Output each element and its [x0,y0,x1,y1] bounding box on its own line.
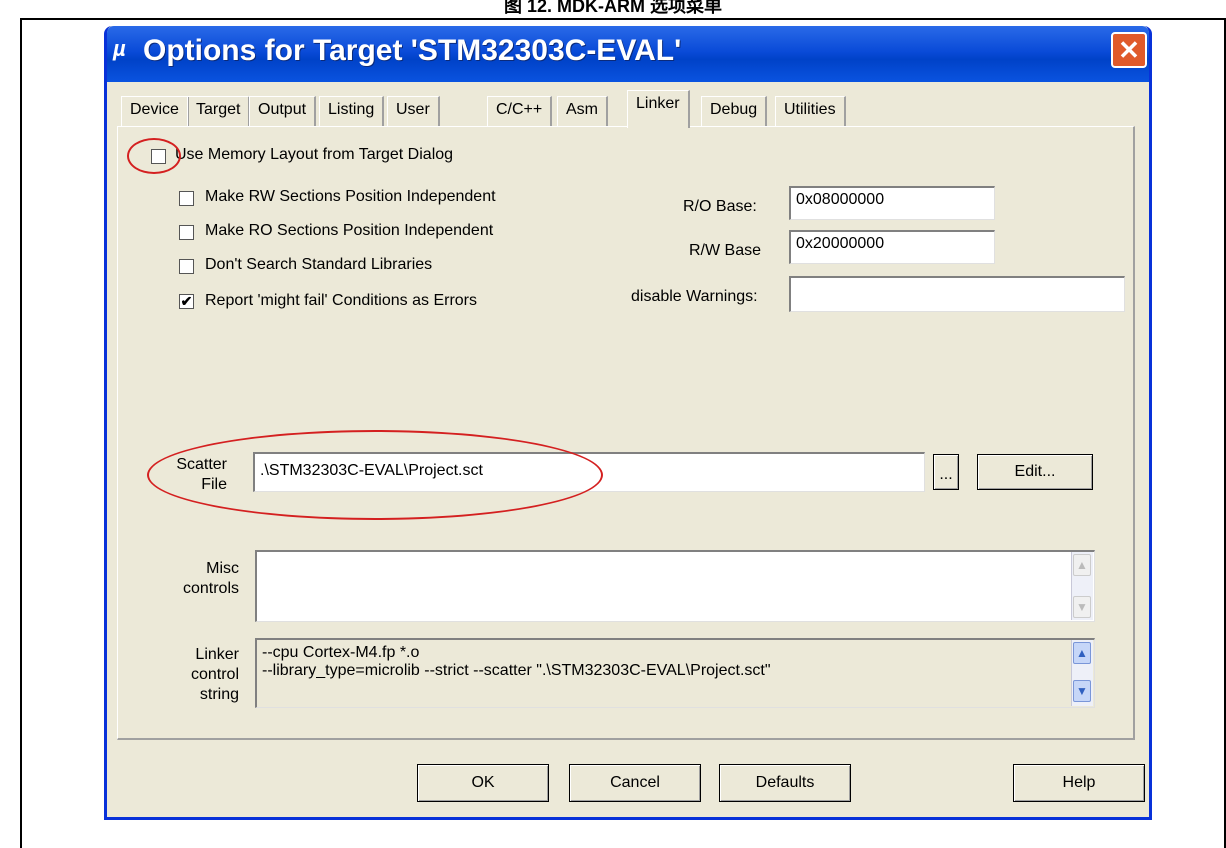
tab-linker[interactable]: Linker [627,90,690,128]
scroll-down-icon[interactable]: ▼ [1073,680,1091,702]
rw-base-input[interactable]: 0x20000000 [789,230,995,264]
figure-caption: 图 12. MDK-ARM 选项菜单 [503,0,722,16]
rw-base-label: R/W Base [689,242,762,259]
tab-debug[interactable]: Debug [701,96,768,126]
window-title: Options for Target 'STM32303C-EVAL' [143,34,682,67]
tab-cpp[interactable]: C/C++ [487,96,553,126]
ok-button[interactable]: OK [417,764,549,802]
tab-output[interactable]: Output [249,96,317,126]
misc-label-1: Misc [206,560,239,577]
edit-scatter-button[interactable]: Edit... [977,454,1093,490]
keil-icon: µ [113,36,126,61]
dont-search-libraries-checkbox[interactable] [179,259,194,274]
ro-position-independent-checkbox[interactable] [179,225,194,240]
misc-label-2: controls [182,580,239,597]
annotation-ring-scatter [147,430,603,520]
linker-control-label-3: string [199,686,239,703]
options-dialog: µ Options for Target 'STM32303C-EVAL' ✕ … [104,26,1152,820]
disable-warnings-label: disable Warnings: [631,288,758,305]
cancel-button[interactable]: Cancel [569,764,701,802]
linker-control-string: --cpu Cortex-M4.fp *.o --library_type=mi… [255,638,1095,708]
annotation-ring-checkbox [127,138,181,174]
tab-asm[interactable]: Asm [557,96,608,126]
title-bar[interactable]: µ Options for Target 'STM32303C-EVAL' ✕ [107,26,1149,82]
linker-control-label-2: control [190,666,239,683]
scroll-down-icon[interactable]: ▼ [1073,596,1091,618]
misc-scrollbar[interactable]: ▲ ▼ [1071,552,1093,620]
misc-controls-textarea[interactable] [255,550,1095,622]
ro-base-input[interactable]: 0x08000000 [789,186,995,220]
help-button[interactable]: Help [1013,764,1145,802]
tab-user[interactable]: User [387,96,440,126]
tab-target[interactable]: Target [187,96,251,126]
rw-position-independent-label: Make RW Sections Position Independent [205,188,496,205]
linker-control-line-1: --cpu Cortex-M4.fp *.o [262,644,420,661]
use-memory-layout-label: Use Memory Layout from Target Dialog [175,146,454,163]
disable-warnings-input[interactable] [789,276,1125,312]
report-might-fail-label: Report 'might fail' Conditions as Errors [205,292,477,309]
scroll-up-icon[interactable]: ▲ [1073,642,1091,664]
ro-base-label: R/O Base: [683,198,757,215]
linker-control-line-2: --library_type=microlib --strict --scatt… [262,662,771,679]
report-might-fail-checkbox[interactable]: ✔ [179,294,194,309]
scroll-up-icon[interactable]: ▲ [1073,554,1091,576]
browse-scatter-button[interactable]: ... [933,454,959,490]
linker-control-scrollbar[interactable]: ▲ ▼ [1071,640,1093,706]
defaults-button[interactable]: Defaults [719,764,851,802]
tab-device[interactable]: Device [121,96,189,126]
linker-control-label-1: Linker [195,646,239,663]
tab-listing[interactable]: Listing [319,96,385,126]
close-button[interactable]: ✕ [1111,32,1147,68]
rw-position-independent-checkbox[interactable] [179,191,194,206]
ro-position-independent-label: Make RO Sections Position Independent [205,222,494,239]
tab-utilities[interactable]: Utilities [775,96,846,126]
dont-search-libraries-label: Don't Search Standard Libraries [205,256,433,273]
